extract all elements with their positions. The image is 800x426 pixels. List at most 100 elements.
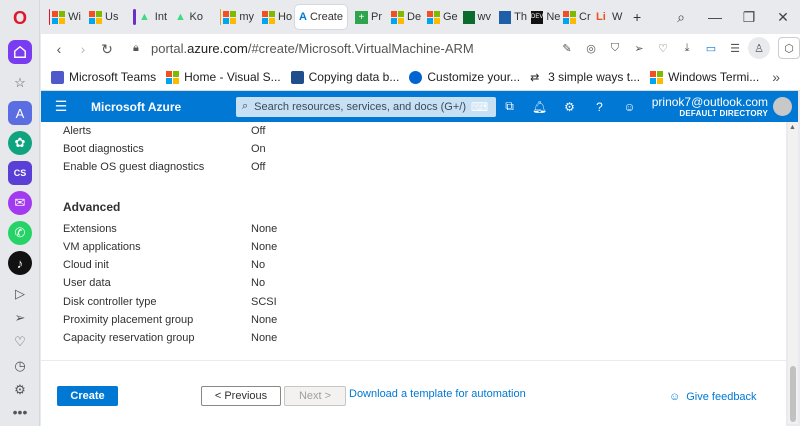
forward-icon[interactable]: › [71, 41, 95, 57]
download-icon[interactable]: ⤓ [676, 37, 698, 59]
more-bookmarks-icon[interactable]: » [772, 69, 780, 85]
plus-icon: + [355, 10, 368, 24]
tab[interactable]: + Pr [351, 5, 387, 29]
lock-icon[interactable]: 🔒︎ [133, 42, 139, 55]
chatsonic-icon[interactable]: CS [8, 161, 32, 185]
row-label: Capacity reservation group [63, 332, 195, 344]
row-value: None [251, 332, 278, 344]
microsoft-icon [391, 10, 404, 24]
tab[interactable]: ▲ Int [129, 5, 171, 29]
extensions-icon[interactable]: ⬡ [778, 37, 800, 59]
row-label: Disk controller type [63, 296, 157, 308]
microsoft-icon [166, 70, 180, 84]
download-template-link[interactable]: Download a template for automation [349, 388, 526, 400]
wizard-footer: Create < Previous Next > Download a temp… [41, 360, 786, 426]
more-icon[interactable]: ••• [8, 400, 32, 424]
tab[interactable]: Wi [45, 5, 85, 29]
tab-label: Pr [371, 11, 382, 23]
history-icon[interactable]: ◷ [8, 354, 32, 378]
account-menu[interactable]: prinok7@outlook.com DEFAULT DIRECTORY [652, 95, 768, 118]
whatsapp-icon[interactable]: ✆ [8, 221, 32, 245]
microsoft-icon [563, 10, 576, 24]
bookmarks-bar: Microsoft Teams Home - Visual S... Copyi… [41, 64, 800, 91]
tab[interactable]: Th [495, 5, 531, 29]
portal-title[interactable]: Microsoft Azure [91, 100, 236, 114]
back-icon[interactable]: ‹ [47, 41, 71, 57]
bookmark-copying-data[interactable]: Copying data b... [290, 70, 399, 84]
reload-icon[interactable]: ↻ [95, 41, 119, 58]
bookmark-windows-terminal[interactable]: Windows Termi... [650, 70, 759, 84]
bookmark-label: 3 simple ways t... [548, 70, 641, 84]
close-icon[interactable]: ✕ [766, 9, 800, 26]
scrollbar-thumb[interactable] [790, 366, 796, 422]
tab[interactable]: Us [85, 5, 121, 29]
camera-icon[interactable]: ◎ [580, 37, 602, 59]
bookmark-teams[interactable]: Microsoft Teams [51, 70, 156, 84]
shield-icon[interactable]: ⛉ [604, 37, 626, 59]
bookmark-label: Customize your... [427, 70, 521, 84]
maximize-icon[interactable]: ❐ [732, 9, 766, 26]
profile-icon[interactable]: ♙ [748, 37, 770, 59]
next-button[interactable]: Next > [284, 386, 346, 406]
tab-label: Ko [189, 11, 203, 23]
tab[interactable]: my [216, 5, 258, 29]
minimize-icon[interactable]: — [698, 9, 732, 25]
directory-filter-icon[interactable]: ⧉ [501, 98, 518, 115]
azure-header: ☰ Microsoft Azure ⌕ Search resources, se… [41, 91, 798, 122]
feedback-icon[interactable]: ☺ [621, 98, 638, 115]
battery-icon[interactable]: ▭ [700, 37, 722, 59]
hamburger-menu-icon[interactable]: ☰ [41, 98, 81, 115]
url-field[interactable]: portal.azure.com/#create/Microsoft.Virtu… [151, 41, 474, 56]
tab[interactable]: wv [459, 5, 495, 29]
tab[interactable]: Ho [258, 5, 294, 29]
cloud-shell-icon[interactable]: ⌨ [471, 98, 488, 115]
tab[interactable]: Ge [423, 5, 459, 29]
tiktok-icon[interactable]: ♪ [8, 251, 32, 275]
home-icon[interactable] [8, 40, 32, 64]
microsoft-icon [223, 10, 237, 24]
tab[interactable]: ▲ Ko [171, 5, 207, 29]
row-value: None [251, 314, 278, 326]
page-scrollbar[interactable]: ▲ [788, 122, 798, 424]
send-icon[interactable]: ➢ [8, 306, 32, 330]
new-tab-button[interactable]: + [629, 5, 649, 29]
tab-active[interactable]: A Create [295, 5, 347, 29]
search-input[interactable]: ⌕ Search resources, services, and docs (… [236, 96, 496, 117]
menu-icon[interactable]: ☰ [724, 37, 746, 59]
messenger-icon[interactable]: ✉ [8, 191, 32, 215]
star-icon[interactable]: ☆ [8, 71, 32, 95]
notifications-icon[interactable]: 🔔︎ [531, 98, 548, 115]
edit-icon[interactable]: ✎ [556, 37, 578, 59]
player-icon[interactable]: ▷ [8, 282, 32, 306]
bookmark-label: Windows Termi... [668, 70, 760, 84]
create-button[interactable]: Create [57, 386, 118, 406]
heart-icon[interactable]: ♡ [652, 37, 674, 59]
help-icon[interactable]: ? [591, 98, 608, 115]
browser-sidebar: O ☆ A ✿ CS ✉ ✆ ♪ ▷ ➢ ♡ ◷ ⚙ ••• [0, 0, 40, 426]
previous-button[interactable]: < Previous [201, 386, 281, 406]
send-icon[interactable]: ➢ [628, 37, 650, 59]
bookmark-simple-ways[interactable]: ⇄ 3 simple ways t... [530, 70, 640, 84]
chatgpt-icon[interactable]: ✿ [8, 131, 32, 155]
settings-icon[interactable]: ⚙ [561, 98, 578, 115]
opera-logo-icon[interactable]: O [8, 6, 32, 30]
tab-label: Create [309, 11, 343, 23]
row-value: None [251, 223, 278, 235]
tab[interactable]: DEV Ne [527, 5, 563, 29]
android-icon: ▲ [175, 10, 186, 23]
aria-icon[interactable]: A [8, 101, 32, 125]
bookmark-visual-studio[interactable]: Home - Visual S... [166, 70, 281, 84]
settings-icon[interactable]: ⚙ [8, 378, 32, 402]
scroll-up-icon[interactable]: ▲ [789, 124, 796, 131]
avatar[interactable] [773, 97, 792, 116]
search-tabs-icon[interactable]: ⌕ [664, 9, 698, 26]
azure-icon: A [299, 10, 307, 23]
bookmark-customize[interactable]: Customize your... [409, 70, 520, 84]
tab[interactable]: Li W [592, 5, 628, 29]
tab[interactable]: De [387, 5, 423, 29]
url-domain: azure.com [187, 41, 248, 56]
tab[interactable]: Cr [559, 5, 595, 29]
address-actions: ✎ ◎ ⛉ ➢ ♡ ⤓ ▭ ☰ ♙ ⬡ [556, 37, 800, 59]
give-feedback-link[interactable]: ☺ Give feedback [669, 391, 757, 403]
heart-icon[interactable]: ♡ [8, 330, 32, 354]
